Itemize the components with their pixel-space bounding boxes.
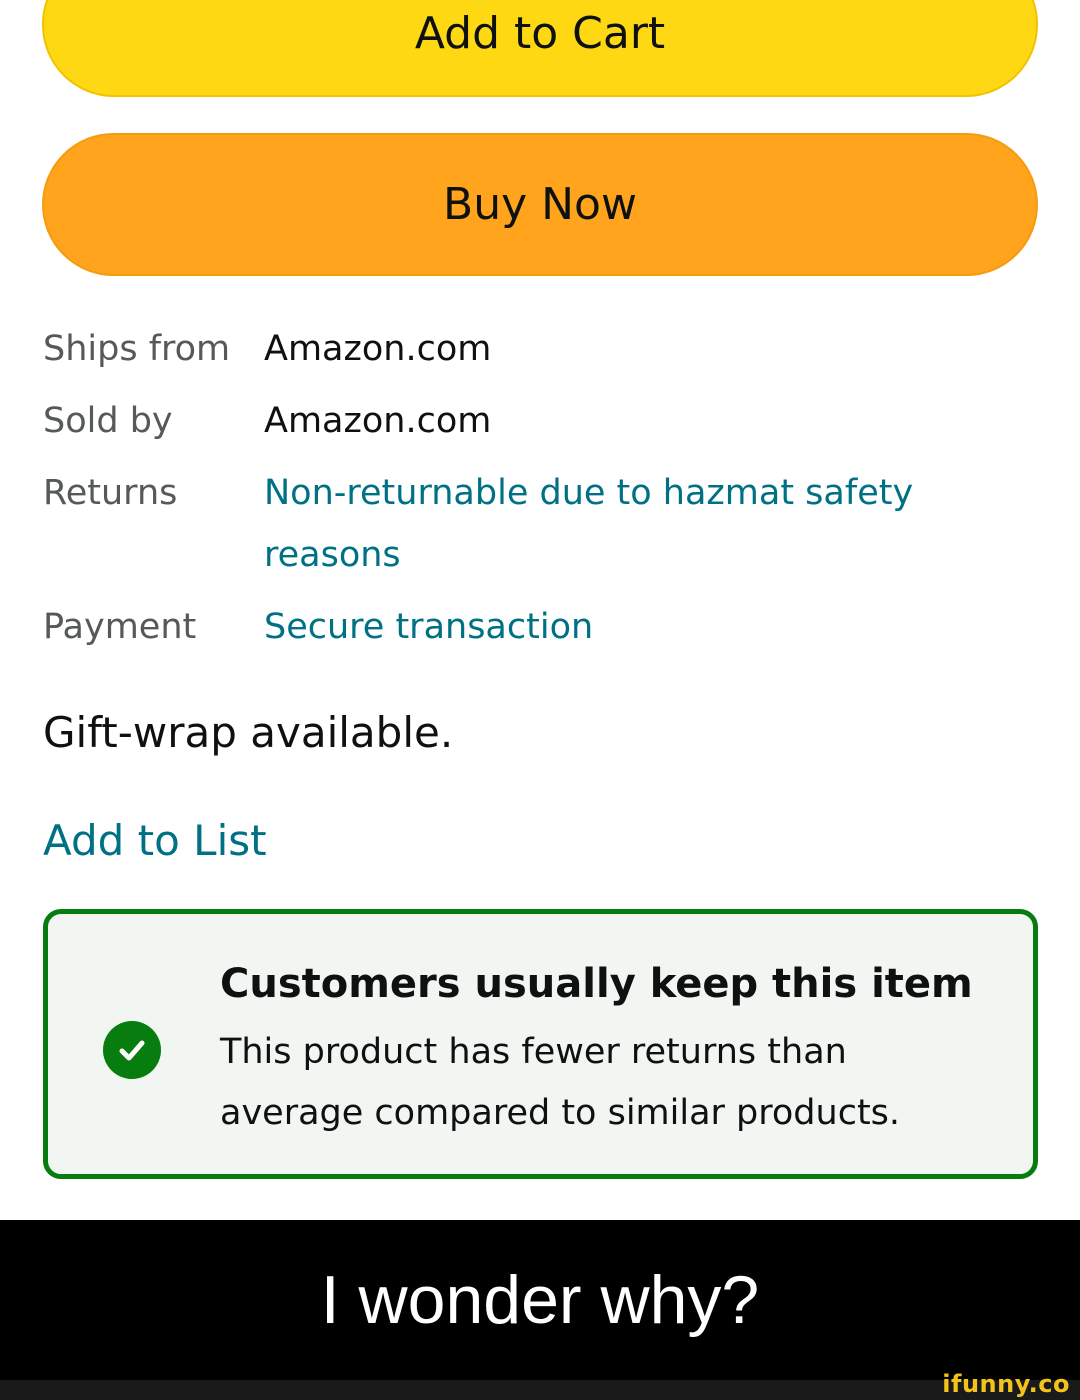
checkmark-icon — [103, 1021, 161, 1079]
footer-strip — [0, 1380, 1080, 1400]
payment-label: Payment — [43, 607, 197, 647]
payment-row: Payment Secure transaction — [43, 596, 1043, 658]
keep-notice-title: Customers usually keep this item — [220, 961, 973, 1007]
customers-keep-notice: Customers usually keep this item This pr… — [43, 909, 1038, 1179]
meme-caption-banner: I wonder why? ifunny.co — [0, 1220, 1080, 1400]
ships-from-row: Ships from Amazon.com — [43, 318, 1043, 380]
ships-from-label: Ships from — [43, 329, 231, 369]
buy-now-label: Buy Now — [443, 179, 637, 230]
ifunny-watermark: ifunny.co — [942, 1370, 1070, 1398]
returns-row: Returns Non-returnable due to hazmat saf… — [43, 462, 1043, 586]
product-buy-box-page: Add to Cart Buy Now Ships from Amazon.co… — [0, 0, 1080, 1400]
add-to-cart-label: Add to Cart — [414, 8, 666, 59]
returns-policy-link[interactable]: Non-returnable due to hazmat safety reas… — [264, 462, 964, 586]
ships-from-value: Amazon.com — [264, 329, 492, 369]
secure-transaction-link[interactable]: Secure transaction — [264, 596, 964, 658]
sold-by-value: Amazon.com — [264, 401, 492, 441]
fulfillment-info: Ships from Amazon.com Sold by Amazon.com… — [43, 318, 1043, 658]
add-to-cart-button[interactable]: Add to Cart — [42, 0, 1038, 97]
buy-now-button[interactable]: Buy Now — [42, 133, 1038, 276]
add-to-list-link[interactable]: Add to List — [43, 811, 267, 871]
caption-text: I wonder why? — [320, 1262, 760, 1338]
sold-by-row: Sold by Amazon.com — [43, 390, 1043, 452]
keep-notice-description: This product has fewer returns than aver… — [220, 1032, 901, 1133]
sold-by-label: Sold by — [43, 401, 173, 441]
returns-label: Returns — [43, 473, 178, 513]
gift-wrap-text: Gift-wrap available. — [43, 708, 454, 757]
